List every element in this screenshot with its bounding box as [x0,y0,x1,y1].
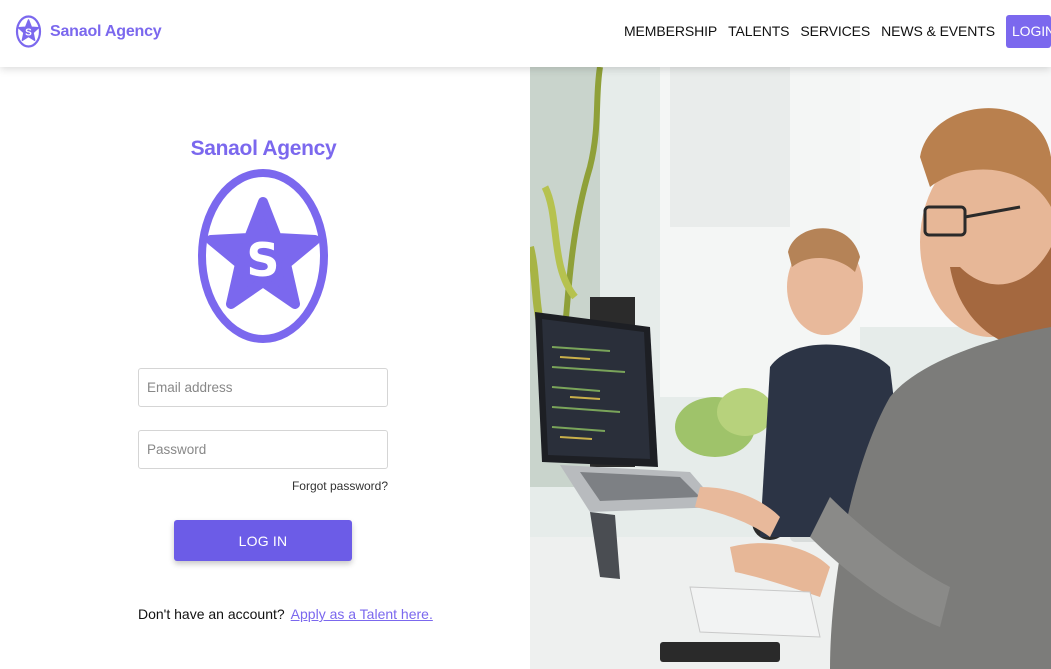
login-title: Sanaol Agency [190,137,337,160]
nav-services[interactable]: SERVICES [800,23,870,39]
star-logo-icon: S [15,15,42,48]
brand-name: Sanaol Agency [50,22,162,40]
hero-photo [530,67,1051,669]
password-field[interactable] [138,430,388,469]
main-nav: MEMBERSHIP TALENTS SERVICES NEWS & EVENT… [624,14,1051,48]
svg-text:S: S [25,28,32,39]
apply-talent-link[interactable]: Apply as a Talent here. [291,606,433,622]
login-submit-button[interactable]: LOG IN [174,520,352,561]
signup-prompt: Don't have an account? Apply as a Talent … [138,606,433,622]
email-field[interactable] [138,368,388,407]
forgot-password-link[interactable]: Forgot password? [292,479,388,493]
nav-login-button[interactable]: LOGIN [1006,14,1051,48]
nav-news-events[interactable]: NEWS & EVENTS [881,23,995,39]
office-workers-illustration [530,67,1051,669]
login-panel: Sanaol Agency S Forgot password? LOG IN … [0,67,530,669]
brand-home-link[interactable]: S Sanaol Agency [15,14,162,49]
star-badge-logo-icon: S [198,169,328,343]
nav-talents[interactable]: TALENTS [728,23,789,39]
nav-membership[interactable]: MEMBERSHIP [624,23,717,39]
signup-text: Don't have an account? [138,606,285,622]
top-navigation-bar: S Sanaol Agency MEMBERSHIP TALENTS SERVI… [0,0,1051,67]
svg-text:S: S [246,233,279,287]
